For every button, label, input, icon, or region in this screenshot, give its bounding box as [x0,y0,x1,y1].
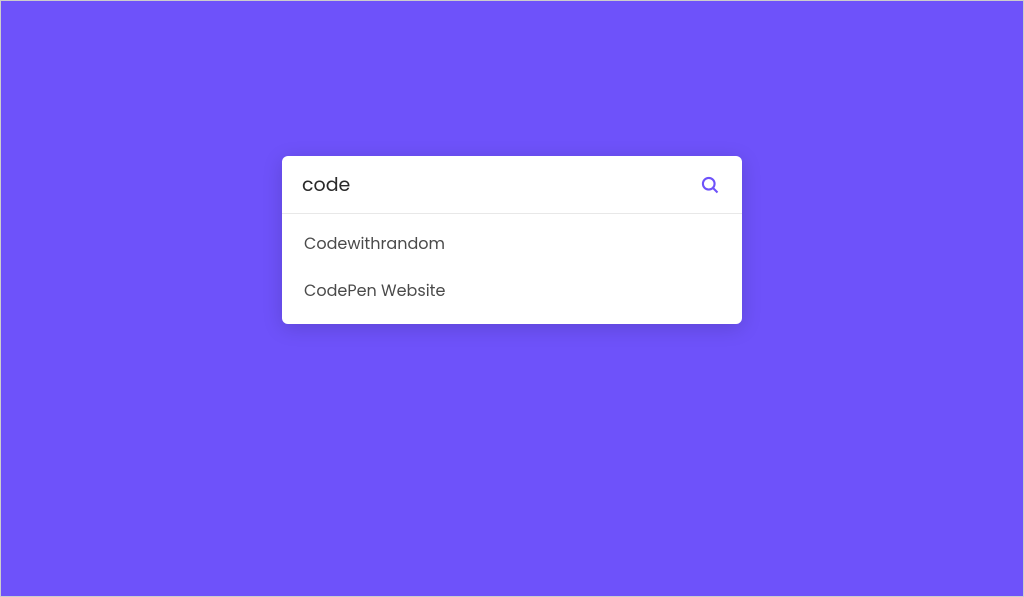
suggestions-list: Codewithrandom CodePen Website [282,214,742,324]
search-icon [700,175,720,195]
search-input-row [282,156,742,214]
suggestion-label: Codewithrandom [304,232,445,255]
suggestion-item[interactable]: Codewithrandom [282,220,742,267]
search-button[interactable] [698,173,722,197]
search-autocomplete-box: Codewithrandom CodePen Website [282,156,742,324]
search-input[interactable] [302,170,698,199]
suggestion-item[interactable]: CodePen Website [282,267,742,314]
suggestion-label: CodePen Website [304,279,445,302]
